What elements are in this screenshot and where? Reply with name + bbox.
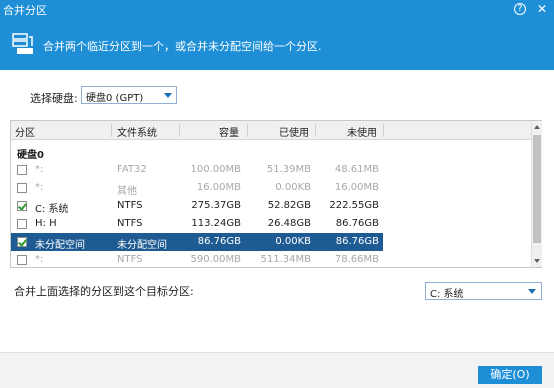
scrollbar-thumb[interactable] — [533, 135, 541, 243]
title-bar: 合并分区 ? ✕ — [0, 0, 554, 18]
column-header-partition[interactable]: 分区 — [15, 124, 35, 139]
merge-target-dropdown[interactable]: C: 系统 — [425, 282, 542, 300]
scroll-up-icon[interactable] — [534, 125, 540, 129]
cell-partition: H: H — [35, 218, 57, 229]
column-header-free[interactable]: 未使用 — [347, 124, 377, 139]
header-banner: 合并两个临近分区到一个，或合并未分配空间给一个分区. — [0, 18, 554, 70]
disk-group-label: 硬盘0 — [17, 150, 44, 161]
table-row[interactable]: 未分配空间 未分配空间 86.76GB 0.00KB 86.76GB — [11, 233, 383, 251]
header-description: 合并两个临近分区到一个，或合并未分配空间给一个分区. — [43, 40, 322, 53]
cell-free: 222.55GB — [329, 200, 379, 211]
table-row[interactable]: *: 其他 16.00MB 0.00KB 16.00MB — [11, 179, 383, 197]
chevron-down-icon — [528, 289, 536, 294]
cell-filesystem: 其他 — [117, 186, 137, 197]
cell-filesystem: NTFS — [117, 218, 143, 229]
ok-button[interactable]: 确定(O) — [478, 366, 542, 384]
table-header: 分区 文件系统 容量 已使用 未使用 — [11, 121, 531, 140]
column-divider — [247, 124, 248, 137]
row-checkbox[interactable] — [17, 165, 27, 175]
row-checkbox[interactable] — [17, 183, 27, 193]
cell-free: 78.66MB — [334, 254, 379, 265]
merge-target-label: 合并上面选择的分区到这个目标分区: — [14, 285, 194, 298]
disk-select-dropdown[interactable]: 硬盘0 (GPT) — [81, 86, 177, 104]
column-header-filesystem[interactable]: 文件系统 — [117, 124, 157, 139]
cell-partition: C: 系统 — [35, 204, 69, 215]
merge-partition-icon — [12, 33, 33, 54]
table-row[interactable]: *: FAT32 100.00MB 51.39MB 48.61MB — [11, 161, 383, 179]
table-row[interactable]: *: NTFS 590.00MB 511.34MB 78.66MB — [11, 251, 383, 269]
help-icon[interactable]: ? — [514, 3, 526, 15]
chevron-down-icon — [164, 93, 172, 98]
merge-target-value: C: 系统 — [430, 289, 464, 300]
cell-used: 511.34MB — [260, 254, 311, 265]
column-divider — [315, 124, 316, 137]
disk-select-value: 硬盘0 (GPT) — [86, 93, 144, 104]
column-divider — [179, 124, 180, 137]
cell-filesystem: FAT32 — [117, 164, 147, 175]
cell-used: 0.00KB — [275, 236, 311, 247]
cell-capacity: 86.76GB — [197, 236, 241, 247]
cell-partition: *: — [35, 164, 44, 175]
cell-used: 0.00KB — [275, 182, 311, 193]
table-row[interactable]: H: H NTFS 113.24GB 26.48GB 86.76GB — [11, 215, 383, 233]
row-checkbox[interactable] — [17, 255, 27, 265]
cell-used: 26.48GB — [267, 218, 311, 229]
cell-capacity: 100.00MB — [190, 164, 241, 175]
window-title: 合并分区 — [3, 4, 47, 17]
cell-capacity: 275.37GB — [191, 200, 241, 211]
cell-filesystem: 未分配空间 — [117, 240, 167, 251]
row-checkbox[interactable] — [17, 237, 27, 247]
cell-capacity: 590.00MB — [190, 254, 241, 265]
column-divider — [111, 124, 112, 137]
partition-table: 分区 文件系统 容量 已使用 未使用 硬盘0 *: FAT32 100.00MB 51… — [10, 120, 542, 268]
cell-used: 51.39MB — [266, 164, 311, 175]
column-header-used[interactable]: 已使用 — [279, 124, 309, 139]
table-row[interactable]: C: 系统 NTFS 275.37GB 52.82GB 222.55GB — [11, 197, 383, 215]
vertical-scrollbar[interactable] — [531, 121, 542, 267]
row-checkbox[interactable] — [17, 219, 27, 229]
cell-used: 52.82GB — [267, 200, 311, 211]
row-checkbox[interactable] — [17, 201, 27, 211]
footer-bar: 确定(O) — [0, 352, 554, 388]
cell-filesystem: NTFS — [117, 254, 143, 265]
cell-capacity: 16.00MB — [196, 182, 241, 193]
column-divider — [383, 124, 384, 137]
cell-free: 86.76GB — [335, 236, 379, 247]
cell-free: 86.76GB — [335, 218, 379, 229]
cell-free: 48.61MB — [334, 164, 379, 175]
cell-capacity: 113.24GB — [191, 218, 241, 229]
cell-partition: 未分配空间 — [35, 240, 85, 251]
disk-select-label: 选择硬盘: — [30, 92, 78, 105]
column-header-capacity[interactable]: 容量 — [219, 124, 239, 139]
scroll-down-icon[interactable] — [534, 259, 540, 263]
disk-group-row: 硬盘0 — [11, 143, 531, 161]
cell-filesystem: NTFS — [117, 200, 143, 211]
cell-partition: *: — [35, 254, 44, 265]
cell-partition: *: — [35, 182, 44, 193]
cell-free: 16.00MB — [334, 182, 379, 193]
close-icon[interactable]: ✕ — [535, 2, 549, 16]
